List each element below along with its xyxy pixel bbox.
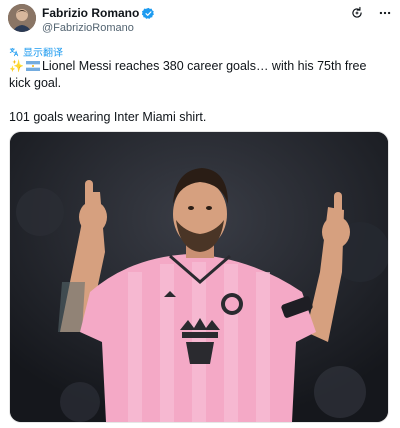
author-block: Fabrizio Romano @FabrizioRomano	[42, 6, 155, 35]
show-translation-label: 显示翻译	[23, 48, 63, 59]
refresh-sparkle-icon[interactable]	[350, 6, 364, 20]
avatar[interactable]	[8, 4, 36, 32]
messi-photo	[10, 132, 388, 422]
tweet-media-image[interactable]	[9, 131, 389, 423]
author-name[interactable]: Fabrizio Romano	[42, 6, 139, 20]
tweet-header: Fabrizio Romano @FabrizioRomano	[8, 4, 392, 38]
tweet-line-1-text: Lionel Messi reaches 380 career goals… w…	[9, 59, 367, 90]
tweet-body: ✨ Lionel Messi reaches 380 career goals… …	[9, 58, 391, 126]
tweet-card: Fabrizio Romano @FabrizioRomano 显示翻译 ✨ L…	[0, 0, 400, 428]
header-actions	[350, 6, 392, 20]
argentina-flag-icon	[25, 59, 40, 71]
tweet-line-1: ✨ Lionel Messi reaches 380 career goals… …	[9, 58, 391, 92]
more-icon[interactable]	[378, 6, 392, 20]
tweet-line-2: 101 goals wearing Inter Miami shirt.	[9, 110, 207, 124]
translate-icon	[9, 47, 19, 57]
author-handle[interactable]: @FabrizioRomano	[42, 21, 155, 35]
sparkles-icon: ✨	[9, 59, 24, 73]
verified-badge-icon	[142, 7, 155, 20]
show-translation-link[interactable]: 显示翻译	[9, 44, 63, 59]
